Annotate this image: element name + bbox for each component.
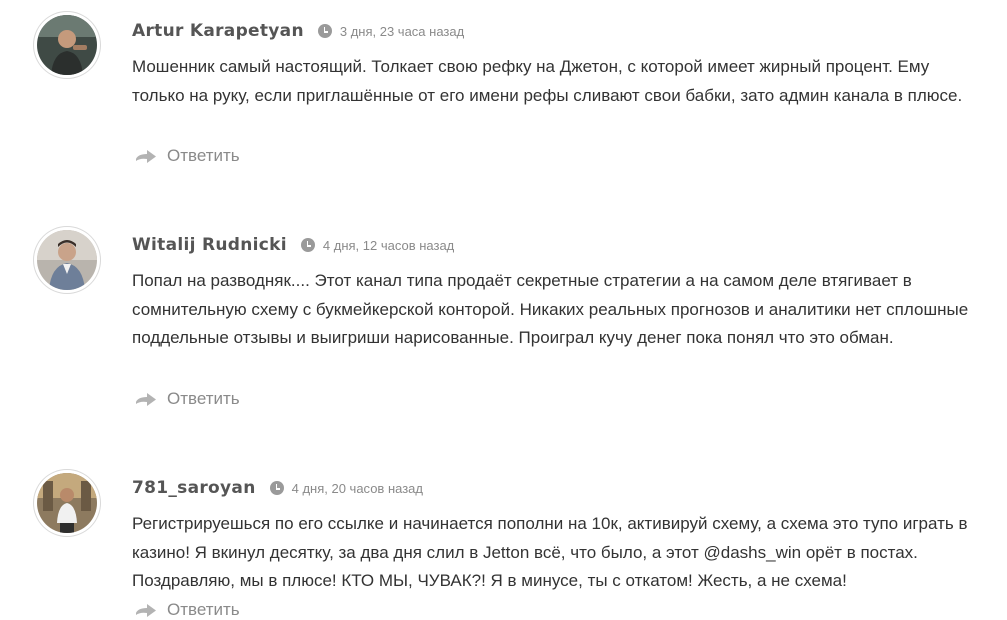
- reply-label: Ответить: [167, 600, 240, 619]
- clock-icon: [317, 24, 332, 38]
- comment-meta: Artur Karapetyan 3 дня, 23 часа назад: [132, 19, 464, 43]
- author-name[interactable]: 781_saroyan: [132, 478, 256, 498]
- reply-arrow-icon: [136, 150, 156, 163]
- comment-time: 4 дня, 20 часов назад: [291, 480, 423, 496]
- comment-time: 4 дня, 12 часов назад: [322, 237, 455, 253]
- avatar[interactable]: [34, 470, 100, 536]
- reply-button[interactable]: Ответить: [134, 389, 240, 409]
- comment-meta: Witalij Rudnicki 4 дня, 12 часов назад: [132, 233, 454, 257]
- comment-time: 3 дня, 23 часа назад: [339, 23, 465, 39]
- avatar[interactable]: [34, 12, 100, 78]
- avatar[interactable]: [34, 227, 100, 293]
- reply-arrow-icon: [136, 393, 156, 406]
- reply-button[interactable]: Ответить: [134, 600, 240, 620]
- clock-icon: [300, 238, 315, 252]
- comment-text: Попал на разводняк.... Этот канал типа п…: [132, 271, 969, 347]
- comment-text: Мошенник самый настоящий. Толкает свою р…: [132, 57, 963, 105]
- reply-button[interactable]: Ответить: [134, 146, 240, 166]
- comment-text: Регистрируешься по его ссылке и начинает…: [132, 514, 968, 590]
- author-name[interactable]: Witalij Rudnicki: [132, 235, 287, 255]
- author-name[interactable]: Artur Karapetyan: [132, 21, 304, 41]
- comment-meta: 781_saroyan 4 дня, 20 часов назад: [132, 476, 423, 500]
- reply-label: Ответить: [167, 389, 240, 408]
- reply-arrow-icon: [136, 604, 156, 617]
- clock-icon: [269, 481, 284, 495]
- reply-label: Ответить: [167, 146, 240, 165]
